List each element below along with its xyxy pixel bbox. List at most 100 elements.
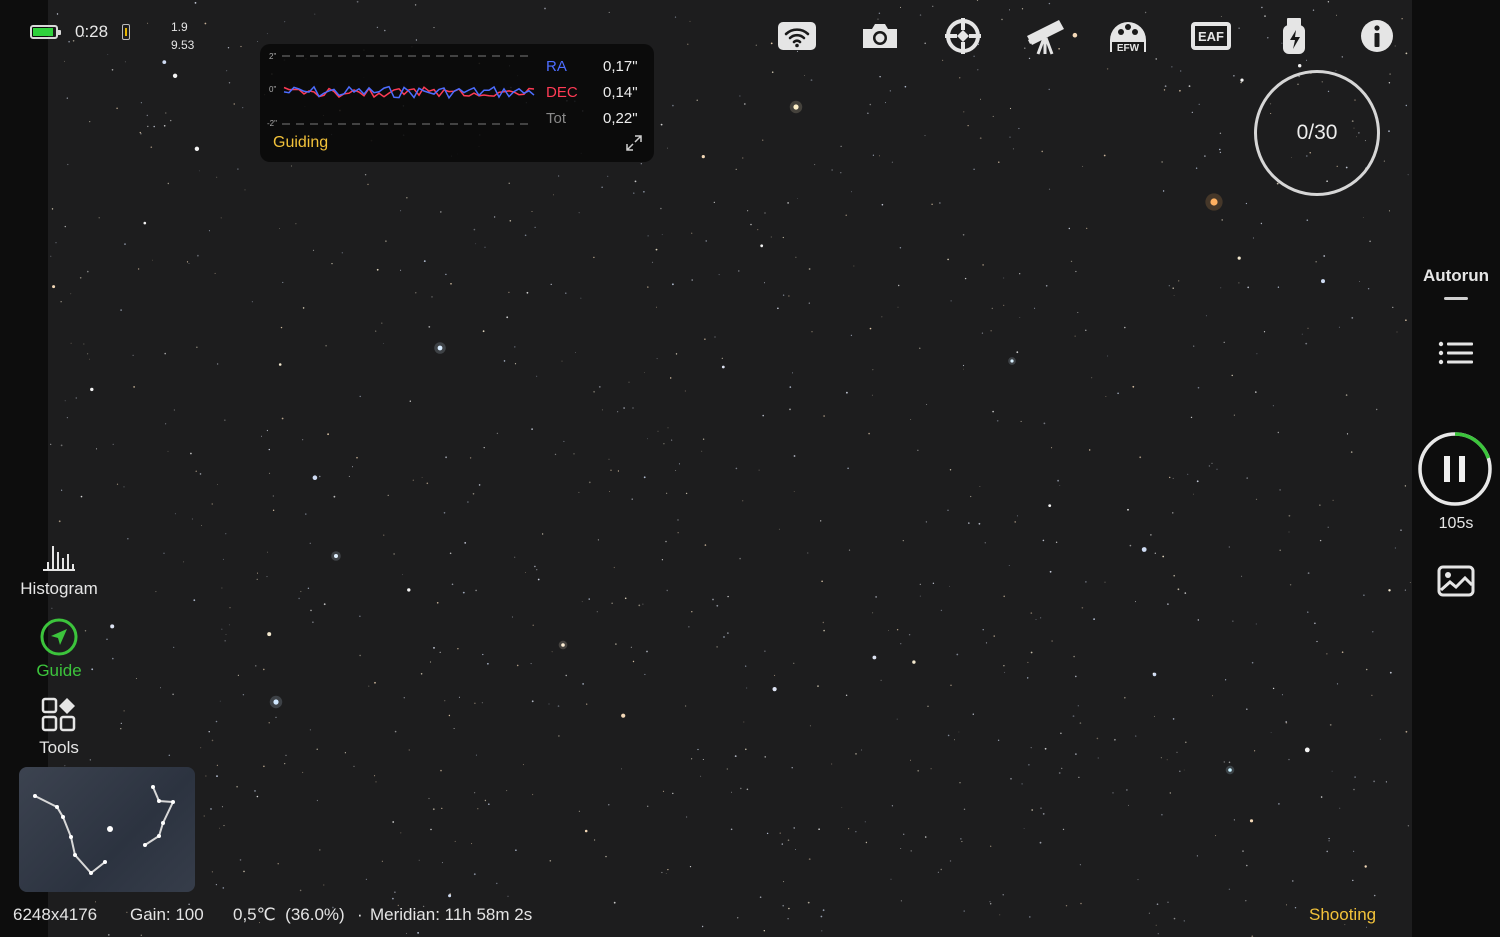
star <box>727 595 729 598</box>
star <box>281 417 284 420</box>
star <box>160 687 161 689</box>
guide-scope-icon[interactable] <box>941 14 985 58</box>
star <box>1014 521 1016 523</box>
star <box>275 716 277 719</box>
wifi-icon[interactable] <box>775 14 819 58</box>
star <box>1161 161 1163 163</box>
star <box>514 363 517 365</box>
star <box>615 643 617 645</box>
star <box>1132 385 1135 388</box>
star <box>300 590 302 593</box>
gallery-icon[interactable] <box>1436 564 1476 598</box>
star <box>872 655 877 660</box>
star <box>1220 287 1222 289</box>
star <box>667 147 668 149</box>
star <box>484 799 487 802</box>
star <box>1169 792 1172 794</box>
star <box>426 482 429 485</box>
star <box>1255 391 1257 393</box>
star <box>898 284 900 287</box>
star <box>982 264 984 266</box>
guide-tool[interactable]: Guide <box>0 618 118 681</box>
star <box>325 344 327 347</box>
star <box>197 254 199 257</box>
efw-icon[interactable]: EFW <box>1106 14 1150 58</box>
star <box>1298 63 1302 68</box>
star <box>647 805 649 807</box>
star <box>1289 584 1292 586</box>
star <box>643 476 646 479</box>
star <box>701 925 704 928</box>
autorun-mode-label[interactable]: Autorun <box>1412 266 1500 286</box>
star <box>90 387 94 392</box>
star <box>255 665 257 667</box>
histogram-tool[interactable]: Histogram <box>0 542 118 599</box>
star <box>417 932 419 934</box>
star <box>441 862 443 864</box>
star <box>279 228 280 229</box>
star <box>797 198 798 199</box>
star <box>356 0 359 3</box>
star <box>475 754 477 756</box>
star <box>1336 14 1337 16</box>
star <box>239 859 242 861</box>
star <box>1107 355 1109 357</box>
usb-power-icon[interactable] <box>1272 14 1316 58</box>
pause-button[interactable] <box>1417 431 1493 507</box>
star <box>1065 905 1068 907</box>
star <box>820 915 823 918</box>
star <box>940 868 942 871</box>
star <box>557 705 560 707</box>
star <box>64 400 66 402</box>
star <box>1128 804 1129 806</box>
star <box>992 410 994 413</box>
star <box>623 407 625 409</box>
expand-icon[interactable] <box>624 133 644 153</box>
guide-graph-panel[interactable]: 2" 0" -2" RA 0,17" DEC 0,14" Tot 0,22" G… <box>260 44 654 162</box>
star <box>506 790 508 792</box>
star <box>1049 570 1052 573</box>
star <box>950 684 952 686</box>
star <box>1407 174 1409 176</box>
star <box>663 443 665 445</box>
star <box>1353 850 1355 852</box>
star <box>1075 753 1077 755</box>
star <box>787 202 789 204</box>
star <box>872 369 874 371</box>
star <box>875 596 877 598</box>
star <box>578 491 580 493</box>
star <box>1385 781 1387 783</box>
star <box>488 803 490 805</box>
star <box>302 771 304 773</box>
star <box>976 0 979 1</box>
tools-tool[interactable]: Tools <box>0 697 118 758</box>
star <box>787 839 790 841</box>
star <box>381 322 383 324</box>
star <box>917 449 919 451</box>
star <box>926 404 928 405</box>
star <box>985 642 988 644</box>
eaf-icon[interactable]: EAF <box>1189 14 1233 58</box>
star <box>242 694 245 696</box>
star <box>507 895 509 897</box>
star <box>1336 683 1339 685</box>
star <box>70 342 72 344</box>
star <box>908 634 911 636</box>
star <box>450 283 452 285</box>
star <box>1328 840 1330 842</box>
sky-atlas-minimap[interactable] <box>19 767 195 892</box>
star <box>739 557 741 560</box>
star <box>701 155 705 159</box>
star <box>632 407 634 409</box>
star <box>1288 531 1290 533</box>
star <box>949 469 952 471</box>
star <box>766 832 769 835</box>
sky-preview-image[interactable] <box>48 0 1412 937</box>
telescope-icon[interactable] <box>1024 14 1068 58</box>
list-icon[interactable] <box>1436 340 1476 372</box>
star <box>925 521 928 523</box>
star <box>120 309 122 311</box>
camera-icon[interactable] <box>858 14 902 58</box>
star <box>782 294 785 296</box>
info-icon[interactable] <box>1355 14 1399 58</box>
